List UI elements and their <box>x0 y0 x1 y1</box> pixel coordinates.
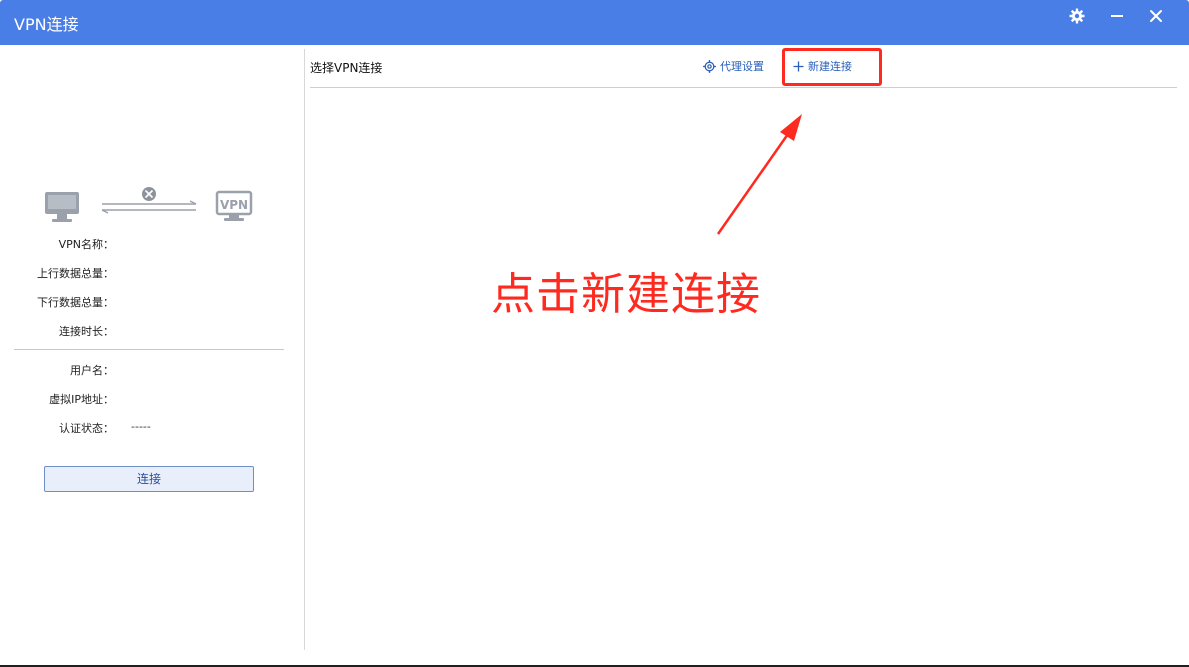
panel-divider <box>304 49 305 650</box>
info-row-duration: 连接时长： <box>0 323 300 339</box>
header-divider <box>310 87 1177 88</box>
vpn-name-label: VPN名称： <box>58 238 114 251</box>
plus-icon <box>793 61 804 71</box>
close-button[interactable] <box>1143 5 1169 27</box>
vpn-window: VPN 连接 VPN VPN名称： 上行数据总量： 下行数据总量： 连接时长： 用… <box>0 0 1189 665</box>
info-row-virtual-ip: 虚拟IP地址： <box>0 391 300 407</box>
section-divider <box>14 349 284 350</box>
svg-text:VPN: VPN <box>220 198 248 212</box>
proxy-settings-label: 代理设置 <box>720 60 764 73</box>
computer-icon <box>45 192 79 222</box>
username-label: 用户名： <box>70 364 114 377</box>
gear-outline-icon <box>703 59 716 73</box>
close-icon <box>1150 10 1162 22</box>
vpn-icon: VPN <box>215 190 253 221</box>
info-row-username: 用户名： <box>0 362 300 378</box>
info-row-auth-status: 认证状态： ----- <box>0 420 300 436</box>
gear-icon <box>1069 8 1085 24</box>
window-title: VPN连接 <box>14 15 79 34</box>
transfer-arrows-icon <box>101 200 197 214</box>
info-row-download-total: 下行数据总量： <box>0 294 300 310</box>
minimize-button[interactable] <box>1104 5 1130 27</box>
settings-button[interactable] <box>1064 5 1090 27</box>
auth-status-value: ----- <box>131 420 151 433</box>
annotation-arrow-icon <box>716 114 802 235</box>
auth-status-label: 认证状态： <box>59 422 114 435</box>
disconnected-icon <box>142 187 156 201</box>
info-row-upload-total: 上行数据总量： <box>0 265 300 281</box>
duration-label: 连接时长： <box>59 325 114 338</box>
new-connection-button[interactable]: 新建连接 <box>793 58 852 74</box>
minimize-icon <box>1111 15 1123 17</box>
connection-status-graphic: VPN <box>44 186 256 226</box>
connection-info-panel: VPN VPN名称： 上行数据总量： 下行数据总量： 连接时长： 用户名： 虚拟… <box>0 45 304 665</box>
connect-button[interactable]: 连接 <box>44 466 254 492</box>
proxy-settings-button[interactable]: 代理设置 <box>703 58 764 74</box>
annotation-text: 点击新建连接 <box>491 269 761 320</box>
titlebar: VPN连接 <box>0 0 1189 45</box>
download-total-label: 下行数据总量： <box>37 296 114 309</box>
virtual-ip-label: 虚拟IP地址： <box>49 393 114 406</box>
new-connection-label: 新建连接 <box>808 60 852 73</box>
upload-total-label: 上行数据总量： <box>37 267 114 280</box>
info-row-vpn-name: VPN名称： <box>0 236 300 252</box>
select-vpn-heading: 选择VPN连接 <box>310 61 383 75</box>
